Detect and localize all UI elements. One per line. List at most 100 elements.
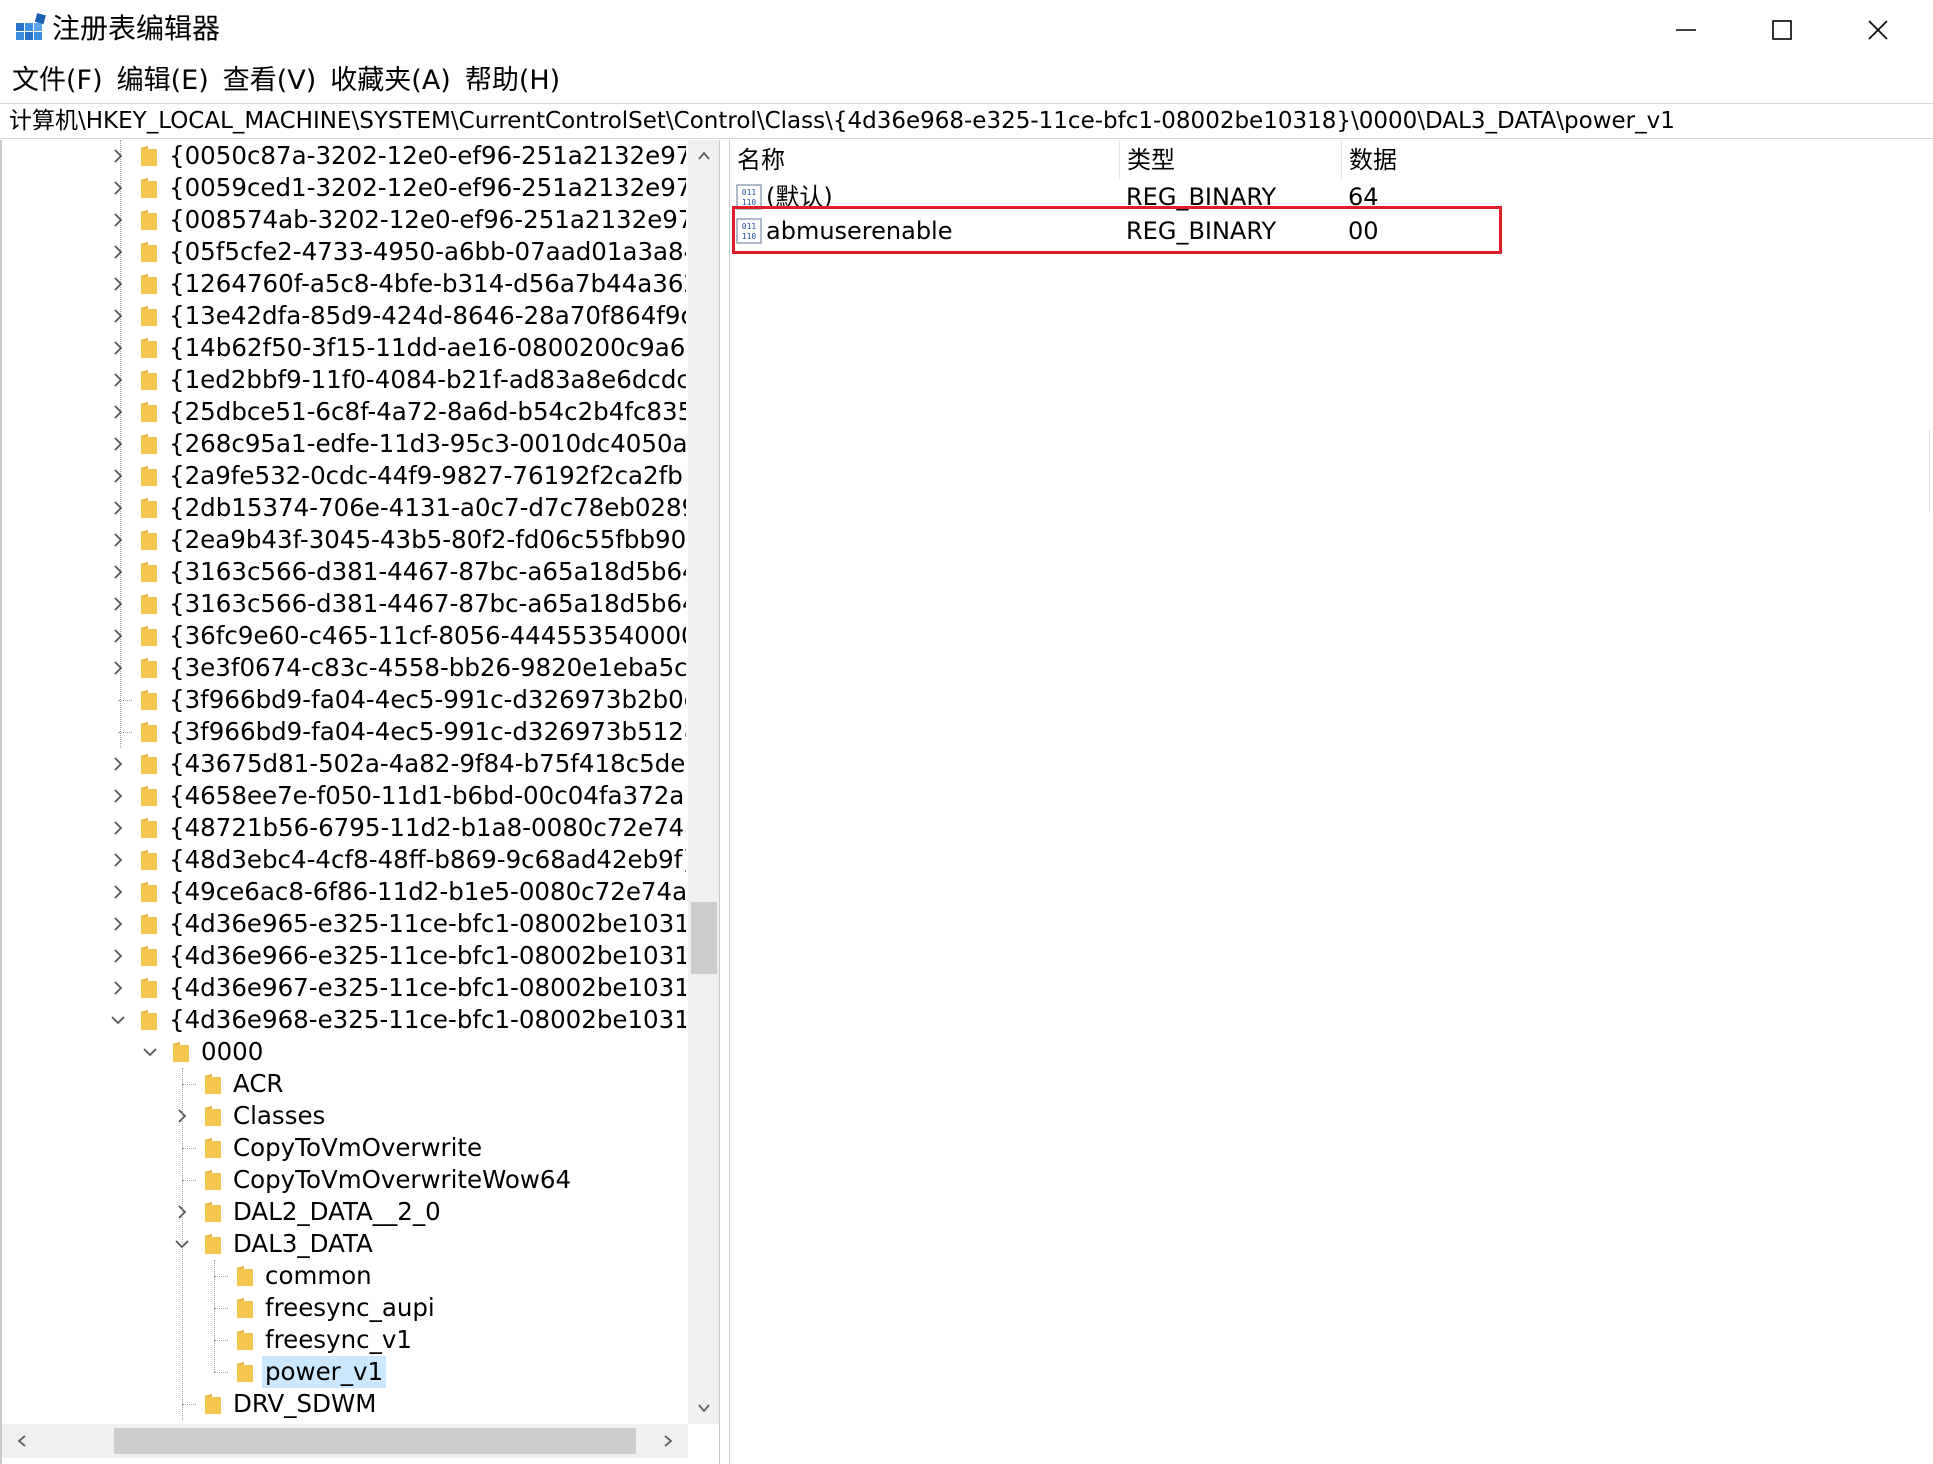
tree-item[interactable]: {48721b56-6795-11d2-b1a8-0080c72e74a2}	[2, 812, 686, 844]
tree-connector	[214, 1340, 228, 1341]
tree-item[interactable]: DAL3_DATA	[2, 1228, 686, 1260]
tree-item[interactable]: common	[2, 1260, 686, 1292]
collapse-toggle[interactable]	[106, 304, 130, 328]
collapse-toggle[interactable]	[106, 880, 130, 904]
expand-toggle[interactable]	[138, 1040, 162, 1064]
tree-item[interactable]: {14b62f50-3f15-11dd-ae16-0800200c9a66}	[2, 332, 686, 364]
tree-item[interactable]: {1264760f-a5c8-4bfe-b314-d56a7b44a362}	[2, 268, 686, 300]
collapse-toggle[interactable]	[106, 912, 130, 936]
close-button[interactable]	[1830, 0, 1926, 60]
column-header-data[interactable]: 数据	[1342, 140, 1642, 180]
collapse-toggle[interactable]	[106, 144, 130, 168]
collapse-toggle[interactable]	[106, 848, 130, 872]
maximize-button[interactable]	[1734, 0, 1830, 60]
collapse-toggle[interactable]	[106, 208, 130, 232]
tree-item[interactable]: {008574ab-3202-12e0-ef96-251a2132e976}	[2, 204, 686, 236]
tree-connector	[182, 1404, 196, 1405]
menu-edit[interactable]: 编辑(E)	[113, 62, 213, 100]
tree-item[interactable]: {43675d81-502a-4a82-9f84-b75f418c5dea}	[2, 748, 686, 780]
menu-favorites[interactable]: 收藏夹(A)	[326, 62, 455, 100]
tree-item[interactable]: {3f966bd9-fa04-4ec5-991c-d326973b2b0e}	[2, 684, 686, 716]
scroll-down-arrow[interactable]	[688, 1392, 719, 1424]
tree-item[interactable]: {05f5cfe2-4733-4950-a6bb-07aad01a3a84}	[2, 236, 686, 268]
tree-item[interactable]: freesync_aupi	[2, 1292, 686, 1324]
collapse-toggle[interactable]	[106, 240, 130, 264]
tree-item[interactable]: {48d3ebc4-4cf8-48ff-b869-9c68ad42eb9f}	[2, 844, 686, 876]
tree-item[interactable]: ACR	[2, 1068, 686, 1100]
tree-item[interactable]: {3f966bd9-fa04-4ec5-991c-d326973b5128}	[2, 716, 686, 748]
collapse-toggle[interactable]	[106, 816, 130, 840]
tree-item[interactable]: {2a9fe532-0cdc-44f9-9827-76192f2ca2fb}	[2, 460, 686, 492]
tree-item[interactable]: {4d36e965-e325-11ce-bfc1-08002be10318}	[2, 908, 686, 940]
tree-horizontal-scrollbar[interactable]	[2, 1424, 688, 1458]
collapse-toggle[interactable]	[106, 656, 130, 680]
scroll-right-arrow[interactable]	[652, 1424, 684, 1458]
folder-icon	[237, 1298, 253, 1318]
tree-item[interactable]: {2db15374-706e-4131-a0c7-d7c78eb0289a}	[2, 492, 686, 524]
chevron-right-icon	[114, 885, 123, 899]
tree-item[interactable]: CopyToVmOverwriteWow64	[2, 1164, 686, 1196]
minimize-button[interactable]	[1638, 0, 1734, 60]
folder-icon	[141, 914, 157, 934]
collapse-toggle[interactable]	[106, 336, 130, 360]
vertical-scroll-thumb[interactable]	[691, 902, 717, 974]
collapse-toggle[interactable]	[106, 496, 130, 520]
collapse-toggle[interactable]	[106, 464, 130, 488]
tree-item[interactable]: {13e42dfa-85d9-424d-8646-28a70f864f9c}	[2, 300, 686, 332]
column-header-type[interactable]: 类型	[1120, 140, 1342, 180]
menu-view[interactable]: 查看(V)	[219, 62, 321, 100]
tree-item[interactable]: {4d36e968-e325-11ce-bfc1-08002be10318}	[2, 1004, 686, 1036]
tree-item[interactable]: {4658ee7e-f050-11d1-b6bd-00c04fa372a7}	[2, 780, 686, 812]
tree-item[interactable]: {36fc9e60-c465-11cf-8056-444553540000}	[2, 620, 686, 652]
tree-item[interactable]: {3163c566-d381-4467-87bc-a65a18d5b648}	[2, 556, 686, 588]
collapse-toggle[interactable]	[106, 528, 130, 552]
chevron-down-icon	[143, 1048, 157, 1057]
tree-item[interactable]: {4d36e966-e325-11ce-bfc1-08002be10318}	[2, 940, 686, 972]
collapse-toggle[interactable]	[106, 368, 130, 392]
collapse-toggle[interactable]	[106, 944, 130, 968]
tree-item[interactable]: DAL2_DATA__2_0	[2, 1196, 686, 1228]
tree-item[interactable]: {268c95a1-edfe-11d3-95c3-0010dc4050a5}	[2, 428, 686, 460]
tree-item[interactable]: {2ea9b43f-3045-43b5-80f2-fd06c55fbb90}	[2, 524, 686, 556]
tree-item[interactable]: {1ed2bbf9-11f0-4084-b21f-ad83a8e6dcdc}	[2, 364, 686, 396]
expand-toggle[interactable]	[106, 1008, 130, 1032]
tree-item[interactable]: {49ce6ac8-6f86-11d2-b1e5-0080c72e74a2}	[2, 876, 686, 908]
tree-item[interactable]: {0050c87a-3202-12e0-ef96-251a2132e976}	[2, 140, 686, 172]
value-row-default[interactable]: 011 110 (默认) REG_BINARY 64	[730, 180, 1630, 214]
scroll-left-arrow[interactable]	[6, 1424, 38, 1458]
collapse-toggle[interactable]	[106, 784, 130, 808]
collapse-toggle[interactable]	[106, 400, 130, 424]
address-input[interactable]	[9, 104, 1933, 138]
value-row-abmuserenable[interactable]: 011 110 abmuserenable REG_BINARY 00	[730, 214, 1630, 248]
menu-help[interactable]: 帮助(H)	[461, 62, 564, 100]
tree-item[interactable]: Classes	[2, 1100, 686, 1132]
folder-icon	[141, 594, 157, 614]
tree-vertical-scrollbar[interactable]	[688, 140, 719, 1424]
tree-item[interactable]: power_v1	[2, 1356, 686, 1388]
collapse-toggle[interactable]	[106, 272, 130, 296]
tree-item[interactable]: {3163c566-d381-4467-87bc-a65a18d5b649}	[2, 588, 686, 620]
collapse-toggle[interactable]	[106, 592, 130, 616]
minimize-icon	[1676, 29, 1696, 31]
horizontal-scroll-thumb[interactable]	[114, 1428, 636, 1454]
tree-item[interactable]: {25dbce51-6c8f-4a72-8a6d-b54c2b4fc835}	[2, 396, 686, 428]
tree-item[interactable]: DRV_SDWM	[2, 1388, 686, 1420]
collapse-toggle[interactable]	[106, 560, 130, 584]
collapse-toggle[interactable]	[106, 432, 130, 456]
tree-item[interactable]: freesync_v1	[2, 1324, 686, 1356]
tree-item[interactable]: CopyToVmOverwrite	[2, 1132, 686, 1164]
tree-item[interactable]: {0059ced1-3202-12e0-ef96-251a2132e976}	[2, 172, 686, 204]
collapse-toggle[interactable]	[106, 176, 130, 200]
tree-item[interactable]: 0000	[2, 1036, 686, 1068]
column-header-name[interactable]: 名称	[730, 140, 1120, 180]
menu-file[interactable]: 文件(F)	[8, 62, 107, 100]
collapse-toggle[interactable]	[106, 976, 130, 1000]
scroll-up-arrow[interactable]	[688, 140, 719, 172]
chevron-right-icon	[114, 533, 123, 547]
tree-item-label: {4d36e967-e325-11ce-bfc1-08002be10318}	[169, 973, 686, 1002]
collapse-toggle[interactable]	[106, 624, 130, 648]
collapse-toggle[interactable]	[106, 752, 130, 776]
tree-item[interactable]: {3e3f0674-c83c-4558-bb26-9820e1eba5c5}	[2, 652, 686, 684]
tree-item-label: ACR	[233, 1069, 284, 1098]
tree-item[interactable]: {4d36e967-e325-11ce-bfc1-08002be10318}	[2, 972, 686, 1004]
